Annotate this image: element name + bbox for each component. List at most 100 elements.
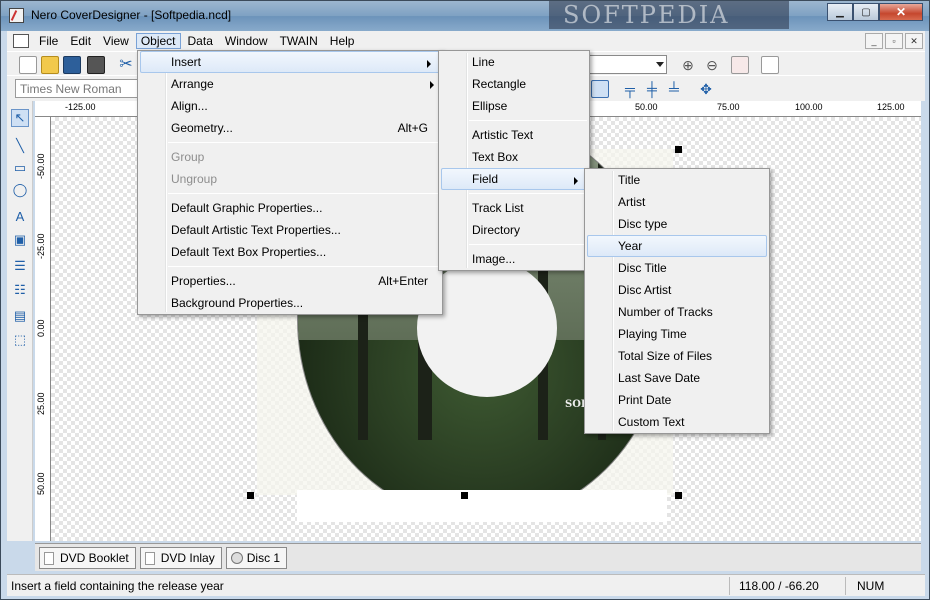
save-icon[interactable] [63,56,81,74]
new-file-icon[interactable] [19,56,37,74]
doc-minimize-button[interactable]: _ [865,33,883,49]
directory-tool-icon[interactable]: ☷ [11,281,29,299]
align-middle-icon[interactable]: ╪ [643,80,661,98]
menu-item-arrange[interactable]: Arrange [138,73,442,95]
tab-dvd-booklet[interactable]: DVD Booklet [39,547,136,569]
menu-separator [469,193,587,194]
ellipse-tool-icon[interactable]: ◯ [11,181,29,199]
menu-twain[interactable]: TWAIN [275,33,323,49]
document-tabs: DVD Booklet DVD Inlay Disc 1 [35,543,921,571]
menu-item-geometry[interactable]: Geometry... Alt+G [138,117,442,139]
menu-item-label: Disc Title [618,261,667,275]
rectangle-tool-icon[interactable]: ▭ [11,159,29,177]
menu-item-playing-time[interactable]: Playing Time [585,323,769,345]
menu-item-field[interactable]: Field [441,168,587,190]
menu-item-label: Number of Tracks [618,305,713,319]
chevron-down-icon [656,62,664,67]
align-bottom-icon[interactable]: ╧ [665,80,683,98]
field-submenu: Title Artist Disc type Year Disc Title D… [584,168,770,434]
menu-item-label: Custom Text [618,415,685,429]
menu-item-rectangle[interactable]: Rectangle [439,73,589,95]
menu-item-label: Total Size of Files [618,349,713,363]
menu-item-label: Insert [171,55,202,69]
menu-item-default-graphic-properties[interactable]: Default Graphic Properties... [138,197,442,219]
menu-separator [168,142,440,143]
menu-item-disc-title[interactable]: Disc Title [585,257,769,279]
menu-item-artistic-text[interactable]: Artistic Text [439,124,589,146]
selection-handle[interactable] [675,492,682,499]
shortcut-label: Alt+G [397,121,428,135]
menu-item-default-text-box-properties[interactable]: Default Text Box Properties... [138,241,442,263]
minimize-button[interactable]: ▁ [827,3,853,21]
menu-item-ungroup: Ungroup [138,168,442,190]
image-tool-icon[interactable]: ▤ [11,307,29,325]
open-folder-icon[interactable] [41,56,59,74]
font-name-field[interactable]: Times New Roman [15,79,143,98]
menu-item-disc-type[interactable]: Disc type [585,213,769,235]
menu-item-label: Default Graphic Properties... [171,201,323,215]
menu-item-print-date[interactable]: Print Date [585,389,769,411]
page-view-icon[interactable] [731,56,749,74]
tab-disc-1[interactable]: Disc 1 [225,547,288,569]
center-icon[interactable]: ✥ [697,80,715,98]
menu-item-label: Group [171,150,205,164]
zoom-select[interactable] [587,55,667,74]
menu-item-number-of-tracks[interactable]: Number of Tracks [585,301,769,323]
menu-window[interactable]: Window [220,33,273,49]
menu-item-last-save-date[interactable]: Last Save Date [585,367,769,389]
close-button[interactable]: ✕ [879,3,923,21]
menu-item-text-box[interactable]: Text Box [439,146,589,168]
menu-item-directory[interactable]: Directory [439,219,589,241]
menu-item-custom-text[interactable]: Custom Text [585,411,769,433]
menu-item-label: Ungroup [171,172,218,186]
menu-item-properties[interactable]: Properties... Alt+Enter [138,270,442,292]
maximize-icon: ▢ [861,6,871,18]
line-tool-icon[interactable]: ╲ [11,137,29,155]
align-top-icon[interactable]: ╤ [621,80,639,98]
tab-dvd-inlay[interactable]: DVD Inlay [139,547,222,569]
text-box-tool-icon[interactable]: ▣ [11,231,29,249]
menu-item-artist[interactable]: Artist [585,191,769,213]
status-bar: Insert a field containing the release ye… [7,574,925,596]
pointer-tool-icon[interactable]: ↖ [11,109,29,127]
print-icon[interactable] [87,56,105,74]
selection-handle[interactable] [461,492,468,499]
menu-help[interactable]: Help [325,33,360,49]
maximize-button[interactable]: ▢ [853,3,879,21]
doc-restore-button[interactable]: ▫ [885,33,903,49]
menu-data[interactable]: Data [183,33,218,49]
menu-item-track-list[interactable]: Track List [439,197,589,219]
menu-item-total-size-of-files[interactable]: Total Size of Files [585,345,769,367]
ruler-label: -50.00 [36,153,46,179]
selection-tool-icon[interactable]: ⬚ [11,331,29,349]
cut-icon[interactable]: ✂ [117,56,135,74]
menu-item-ellipse[interactable]: Ellipse [439,95,589,117]
menu-item-background-properties[interactable]: Background Properties... [138,292,442,314]
menu-edit[interactable]: Edit [65,33,96,49]
menu-item-disc-artist[interactable]: Disc Artist [585,279,769,301]
menu-view[interactable]: View [98,33,134,49]
menu-item-default-artistic-text-properties[interactable]: Default Artistic Text Properties... [138,219,442,241]
zoom-out-icon[interactable]: ⊖ [703,56,721,74]
artistic-text-tool-icon[interactable]: A [11,207,29,225]
selection-handle[interactable] [675,146,682,153]
zoom-in-icon[interactable]: ⊕ [679,56,697,74]
menu-item-line[interactable]: Line [439,51,589,73]
document-icon[interactable] [13,34,29,48]
menu-item-insert[interactable]: Insert [140,51,440,73]
menu-item-title[interactable]: Title [585,169,769,191]
selection-handle[interactable] [247,492,254,499]
print-preview-icon[interactable] [761,56,779,74]
tab-label: DVD Inlay [160,551,215,565]
menu-item-year[interactable]: Year [587,235,767,257]
menu-object[interactable]: Object [135,33,181,49]
track-list-tool-icon[interactable]: ☰ [11,257,29,275]
object-menu: Insert Arrange Align... Geometry... Alt+G… [137,50,443,315]
menu-item-align[interactable]: Align... [138,95,442,117]
align-icon[interactable] [591,80,609,98]
menu-file[interactable]: File [34,33,63,49]
menu-item-image[interactable]: Image... [439,248,589,270]
menu-item-label: Directory [472,223,521,237]
menu-item-label: Image... [472,252,516,266]
doc-close-button[interactable]: ✕ [905,33,923,49]
